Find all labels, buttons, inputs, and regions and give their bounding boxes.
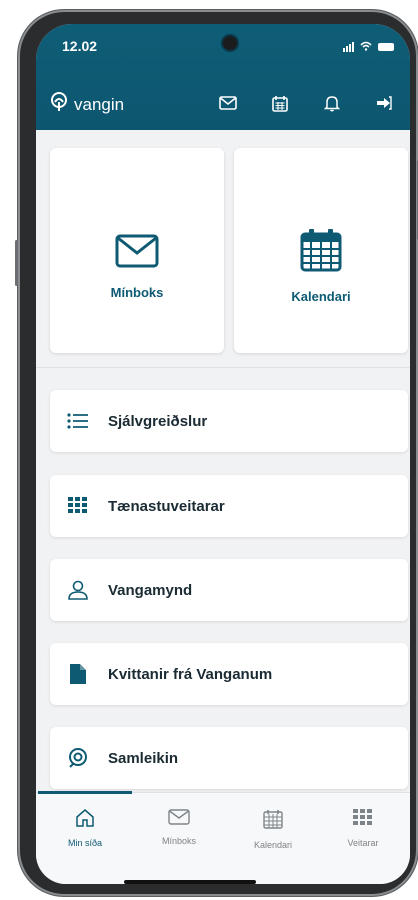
list-item-kvittanir[interactable]: Kvittanir frá Vanganum — [50, 643, 408, 705]
brand-name: vangin — [74, 94, 125, 114]
list-item-taenastuveitarar[interactable]: Tænastuveitarar — [50, 475, 408, 537]
front-camera — [223, 36, 237, 50]
nav-item-veitarar[interactable]: Veitarar — [316, 809, 410, 848]
list-item-samleikin[interactable]: Samleikin — [50, 727, 408, 789]
nav-active-indicator — [38, 791, 132, 794]
mail-icon — [168, 809, 190, 830]
home-icon — [75, 809, 95, 832]
list-item-label: Kvittanir frá Vanganum — [108, 665, 273, 683]
brand-logo[interactable]: vangin — [50, 92, 124, 117]
header-actions — [202, 90, 410, 116]
calendar-icon[interactable] — [254, 90, 306, 116]
bell-icon[interactable] — [306, 90, 358, 116]
tile-minboks[interactable]: Mínboks — [50, 148, 224, 353]
list-icon — [66, 409, 90, 433]
nav-item-label: Min síða — [67, 838, 102, 848]
list-item-label: Tænastuveitarar — [108, 497, 225, 515]
nav-item-label: Veitarar — [347, 838, 379, 848]
home-indicator[interactable] — [124, 880, 256, 884]
list-item-vangamynd[interactable]: Vangamynd — [50, 559, 408, 621]
calendar-icon — [263, 809, 283, 834]
user-icon — [66, 578, 90, 602]
section-divider — [36, 367, 410, 368]
samleikin-icon — [66, 746, 90, 770]
signal-icon — [343, 42, 354, 52]
document-icon — [66, 662, 90, 686]
list-item-sjalvgreidslur[interactable]: Sjálvgreiðslur — [50, 390, 408, 452]
nav-item-label: Kalendari — [253, 840, 293, 850]
tile-kalendari-label: Kalendari — [291, 289, 351, 304]
tile-kalendari[interactable]: Kalendari — [234, 148, 408, 353]
wifi-icon — [360, 38, 372, 56]
list-item-label: Sjálvgreiðslur — [108, 412, 208, 430]
status-time: 12.02 — [62, 38, 98, 54]
logout-icon[interactable] — [358, 90, 410, 116]
grid-icon — [66, 494, 90, 518]
tile-minboks-label: Mínboks — [110, 285, 164, 300]
bottom-navigation: Min síða Mínboks Kalendari Veitarar — [36, 791, 410, 884]
nav-item-kalendari[interactable]: Kalendari — [226, 809, 320, 850]
vangin-logo-icon — [50, 92, 68, 117]
nav-item-label: Mínboks — [161, 836, 196, 846]
nav-item-home[interactable]: Min síða — [38, 809, 132, 848]
list-item-label: Vangamynd — [108, 581, 193, 599]
list-item-label: Samleikin — [108, 749, 179, 767]
mail-icon[interactable] — [202, 90, 254, 116]
battery-icon — [378, 43, 394, 51]
app-screen: 12.02 vangin Mínboks Kalendari Sjálvgrei… — [36, 24, 410, 884]
envelope-icon — [115, 234, 159, 273]
status-icons — [343, 38, 394, 56]
volume-button — [15, 240, 18, 286]
grid-icon — [353, 809, 373, 832]
nav-item-minboks[interactable]: Mínboks — [132, 809, 226, 846]
app-header: 12.02 vangin — [36, 24, 410, 130]
calendar-icon — [300, 228, 342, 277]
